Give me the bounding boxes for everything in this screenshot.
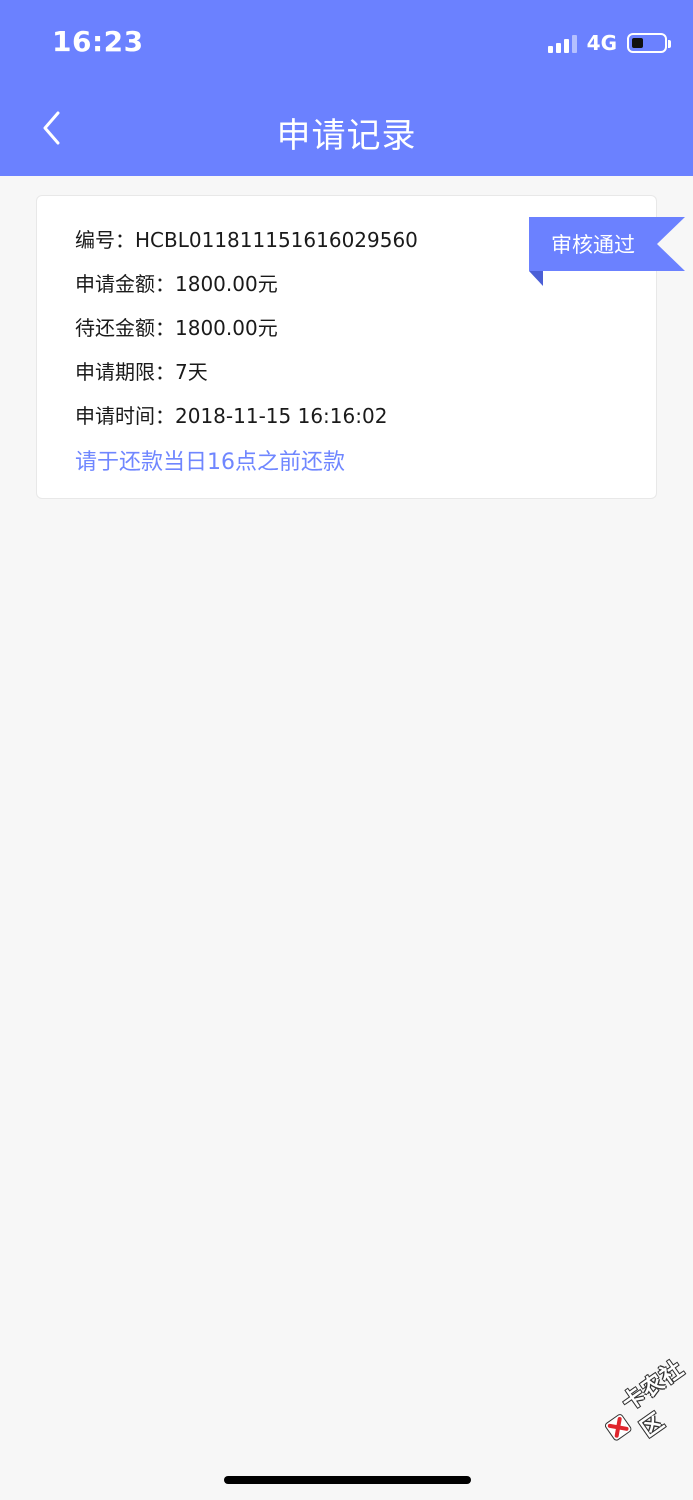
battery-icon bbox=[627, 33, 671, 53]
battery-level-fill bbox=[632, 38, 643, 48]
record-number-row: 编号：HCBL011811151616029560 bbox=[75, 224, 418, 253]
status-indicators: 4G bbox=[547, 30, 671, 56]
apply-term-label: 申请期限： bbox=[75, 360, 175, 384]
apply-time-row: 申请时间：2018-11-15 16:16:02 bbox=[75, 400, 387, 429]
apply-amount-value: 1800.00元 bbox=[175, 272, 278, 296]
network-type: 4G bbox=[586, 31, 617, 55]
page-title: 申请记录 bbox=[276, 116, 417, 156]
repay-amount-row: 待还金额：1800.00元 bbox=[75, 312, 278, 341]
apply-amount-label: 申请金额： bbox=[75, 272, 175, 296]
signal-icon bbox=[547, 33, 577, 53]
apply-term-row: 申请期限：7天 bbox=[75, 356, 208, 385]
repay-amount-label: 待还金额： bbox=[75, 316, 175, 340]
repay-notice: 请于还款当日16点之前还款 bbox=[75, 450, 345, 475]
apply-amount-row: 申请金额：1800.00元 bbox=[75, 268, 278, 297]
status-badge-label: 审核通过 bbox=[551, 233, 635, 257]
home-indicator[interactable] bbox=[224, 1476, 471, 1484]
repay-amount-value: 1800.00元 bbox=[175, 316, 278, 340]
apply-time-label: 申请时间： bbox=[75, 404, 175, 428]
watermark: 卡农社区 bbox=[590, 1349, 693, 1461]
top-bar: 16:23 4G 申请记录 bbox=[0, 0, 693, 176]
status-badge: 审核通过 bbox=[529, 217, 685, 289]
record-card[interactable]: 编号：HCBL011811151616029560 申请金额：1800.00元 … bbox=[36, 195, 685, 499]
status-time: 16:23 bbox=[52, 25, 144, 58]
apply-term-value: 7天 bbox=[175, 360, 208, 384]
watermark-logo-icon bbox=[601, 1411, 634, 1444]
apply-time-value: 2018-11-15 16:16:02 bbox=[175, 404, 388, 428]
record-number-value: HCBL011811151616029560 bbox=[135, 228, 418, 252]
record-number-label: 编号： bbox=[75, 228, 135, 252]
